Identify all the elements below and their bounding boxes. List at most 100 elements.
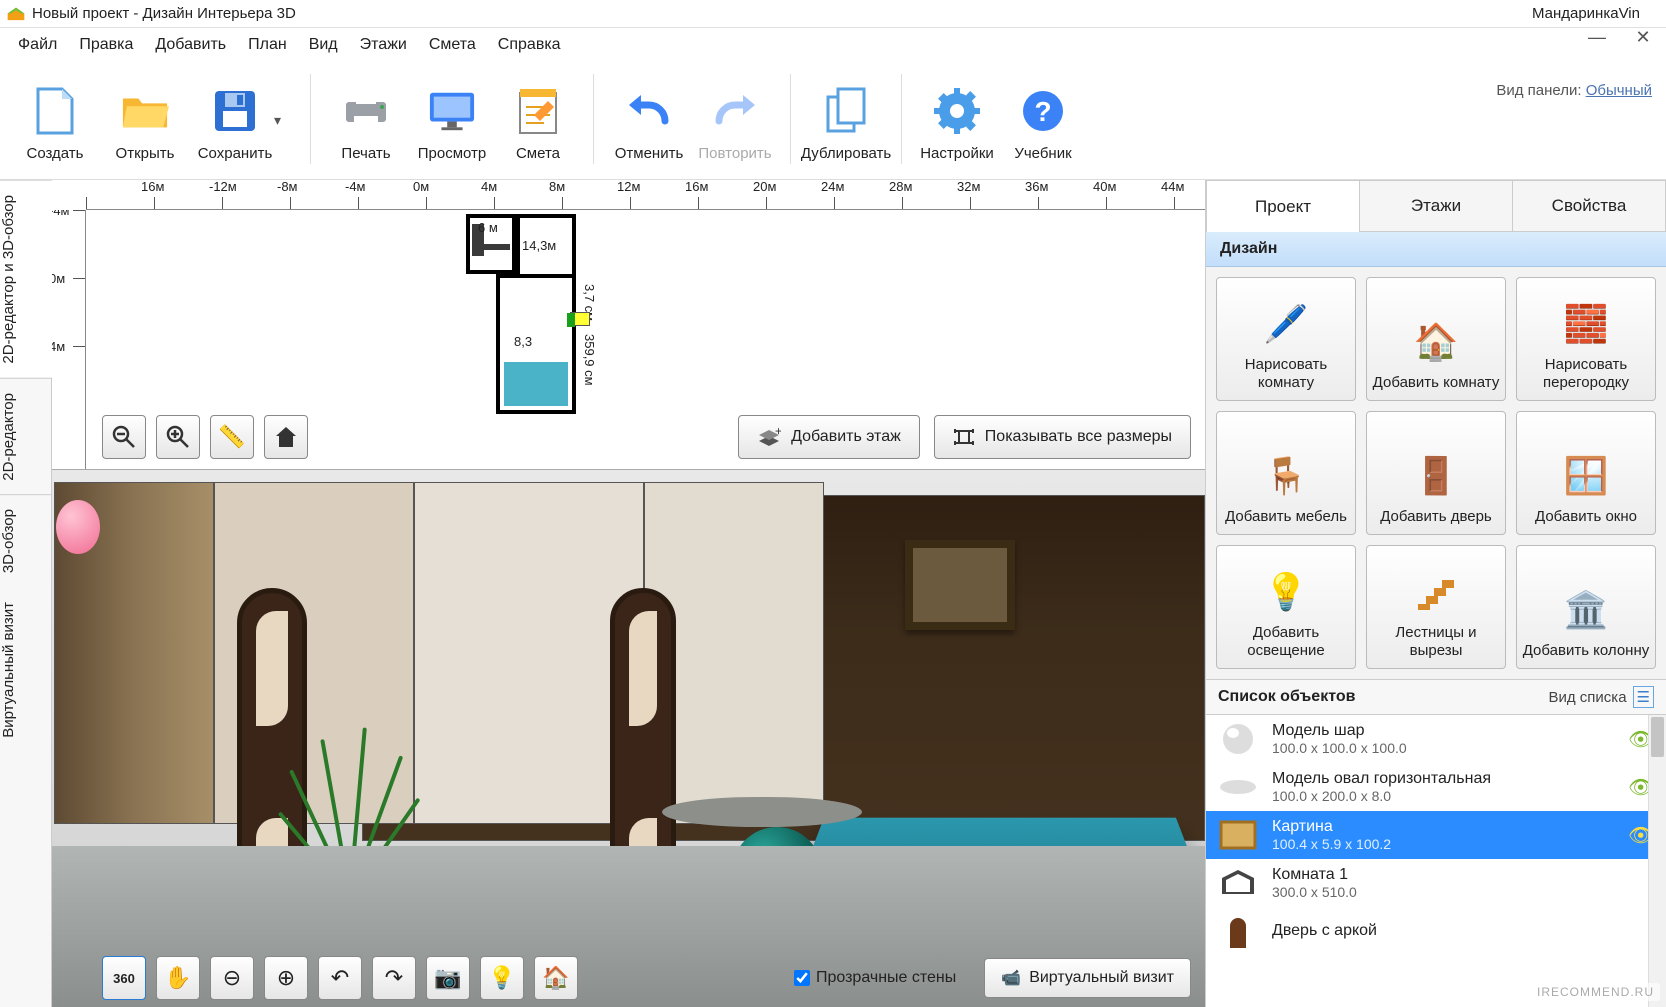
measure-button[interactable]: 📏	[210, 415, 254, 459]
svg-text:+: +	[775, 427, 781, 438]
undo-button[interactable]: Отменить	[606, 68, 692, 172]
stairs-button[interactable]: Лестницы и вырезы	[1366, 545, 1506, 669]
transparent-walls-checkbox[interactable]: Прозрачные стены	[794, 969, 956, 987]
home-3d-button[interactable]: 🏠	[534, 956, 578, 1000]
estimate-button[interactable]: Смета	[495, 68, 581, 172]
save-button[interactable]: Сохранить	[190, 68, 280, 172]
add-furniture-button[interactable]: 🪑Добавить мебель	[1216, 411, 1356, 535]
tab-properties[interactable]: Свойства	[1513, 180, 1666, 232]
ruler-horizontal: 16м -12м -8м -4м 0м 4м 8м 12м 16м 20м 24…	[86, 180, 1205, 210]
folder-open-icon	[121, 87, 169, 135]
open-button[interactable]: Открыть	[100, 68, 190, 172]
pane-2d[interactable]: 16м -12м -8м -4м 0м 4м 8м 12м 16м 20м 24…	[52, 180, 1205, 470]
floorplan[interactable]: 6 м 14,3м 8,3 3,7 см 359,9 см	[466, 214, 626, 424]
show-dims-button[interactable]: Показывать все размеры	[934, 415, 1191, 459]
tutorial-button[interactable]: ? Учебник	[1000, 68, 1086, 172]
right-panel: Проект Этажи Свойства Дизайн 🖊️Нарисоват…	[1206, 180, 1666, 1007]
tab-2d[interactable]: 2D-редактор	[0, 378, 51, 495]
add-window-button[interactable]: 🪟Добавить окно	[1516, 411, 1656, 535]
draw-room-button[interactable]: 🖊️Нарисовать комнату	[1216, 277, 1356, 401]
tab-project[interactable]: Проект	[1206, 180, 1360, 232]
draw-partition-button[interactable]: 🧱Нарисовать перегородку	[1516, 277, 1656, 401]
preview-button[interactable]: Просмотр	[409, 68, 495, 172]
tab-2d-3d[interactable]: 2D-редактор и 3D-обзор	[0, 180, 52, 378]
door-icon: 🚪	[1414, 452, 1459, 500]
floors-icon: +	[757, 427, 781, 447]
tab-3d[interactable]: 3D-обзор	[0, 494, 51, 587]
menu-estimate[interactable]: Смета	[419, 32, 486, 58]
zoom-in-3d-button[interactable]: ⊕	[264, 956, 308, 1000]
rotate-right-button[interactable]: ↷	[372, 956, 416, 1000]
view-360-button[interactable]: 360	[102, 956, 146, 1000]
camera-icon: 📹	[1001, 968, 1021, 988]
list-view-mode[interactable]: Вид списка ☰	[1549, 686, 1655, 708]
balloon-object	[56, 500, 100, 554]
menu-floors[interactable]: Этажи	[350, 32, 417, 58]
object-list: Модель шар100.0 x 100.0 x 100.0 👁 Модель…	[1206, 715, 1666, 1007]
design-header: Дизайн	[1206, 232, 1666, 267]
print-button[interactable]: Печать	[323, 68, 409, 172]
selection-marker[interactable]	[570, 312, 590, 326]
app-icon	[6, 6, 26, 22]
add-room-button[interactable]: 🏠Добавить комнату	[1366, 277, 1506, 401]
create-button[interactable]: Создать	[10, 68, 100, 172]
list-item[interactable]: Модель шар100.0 x 100.0 x 100.0 👁	[1206, 715, 1666, 763]
bulb-icon: 💡	[1264, 568, 1309, 616]
ruler-vertical: -4м 0м 4м	[52, 210, 86, 469]
help-icon: ?	[1019, 87, 1067, 135]
menu-help[interactable]: Справка	[488, 32, 571, 58]
add-door-button[interactable]: 🚪Добавить дверь	[1366, 411, 1506, 535]
list-item[interactable]: Модель овал горизонтальная100.0 x 200.0 …	[1206, 763, 1666, 811]
list-item[interactable]: Комната 1300.0 x 510.0	[1206, 859, 1666, 907]
menu-edit[interactable]: Правка	[69, 32, 143, 58]
table-object	[662, 797, 862, 827]
list-icon: ☰	[1633, 686, 1654, 708]
picture-icon	[1216, 817, 1260, 853]
list-item[interactable]: Картина100.4 x 5.9 x 100.2 👁	[1206, 811, 1666, 859]
menu-plan[interactable]: План	[238, 32, 297, 58]
view-tabs: 2D-редактор и 3D-обзор 2D-редактор 3D-об…	[0, 180, 52, 1007]
scrollbar[interactable]	[1648, 715, 1666, 1007]
titlebar: Новый проект - Дизайн Интерьера 3D Манда…	[0, 0, 1666, 28]
picture-object	[905, 540, 1015, 630]
list-item[interactable]: Дверь с аркой	[1206, 907, 1666, 955]
menu-file[interactable]: Файл	[8, 32, 67, 58]
zoom-out-button[interactable]	[102, 415, 146, 459]
brick-wall-icon: 🧱	[1564, 300, 1609, 348]
zoom-in-button[interactable]	[156, 415, 200, 459]
add-floor-button[interactable]: + Добавить этаж	[738, 415, 920, 459]
menu-add[interactable]: Добавить	[145, 32, 236, 58]
render-3d[interactable]	[52, 470, 1205, 1007]
save-dropdown-arrow[interactable]: ▾	[274, 112, 292, 129]
pane-3d[interactable]: 360 ✋ ⊖ ⊕ ↶ ↷ 📷 💡 🏠 Прозрачные стены 📹 В…	[52, 470, 1205, 1007]
light-button[interactable]: 💡	[480, 956, 524, 1000]
duplicate-icon	[822, 87, 870, 135]
virtual-visit-button[interactable]: 📹 Виртуальный визит	[984, 958, 1191, 998]
tab-floors[interactable]: Этажи	[1360, 180, 1513, 232]
settings-button[interactable]: Настройки	[914, 68, 1000, 172]
tab-virtual[interactable]: Виртуальный визит	[0, 588, 51, 752]
redo-icon	[711, 87, 759, 135]
svg-text:?: ?	[1034, 96, 1051, 127]
close-button[interactable]: ✕	[1634, 28, 1652, 46]
room-icon	[1216, 865, 1260, 901]
redo-button[interactable]: Повторить	[692, 68, 778, 172]
arch-door-icon	[1216, 913, 1260, 949]
add-lighting-button[interactable]: 💡Добавить освещение	[1216, 545, 1356, 669]
center-panel: 16м -12м -8м -4м 0м 4м 8м 12м 16м 20м 24…	[52, 180, 1206, 1007]
panel-view-link[interactable]: Обычный	[1586, 82, 1652, 99]
camera-button[interactable]: 📷	[426, 956, 470, 1000]
minimize-button[interactable]: —	[1588, 28, 1606, 46]
pan-button[interactable]: ✋	[156, 956, 200, 1000]
add-column-button[interactable]: 🏛️Добавить колонну	[1516, 545, 1656, 669]
objects-header: Список объектов	[1218, 688, 1549, 706]
monitor-icon	[428, 87, 476, 135]
panel-view-selector: Вид панели: Обычный	[1496, 82, 1652, 99]
zoom-out-3d-button[interactable]: ⊖	[210, 956, 254, 1000]
duplicate-button[interactable]: Дублировать	[803, 68, 889, 172]
rotate-left-button[interactable]: ↶	[318, 956, 362, 1000]
home-button[interactable]	[264, 415, 308, 459]
user-label: МандаринкаVin	[1532, 5, 1640, 22]
window-title: Новый проект - Дизайн Интерьера 3D	[32, 5, 296, 22]
menu-view[interactable]: Вид	[299, 32, 348, 58]
